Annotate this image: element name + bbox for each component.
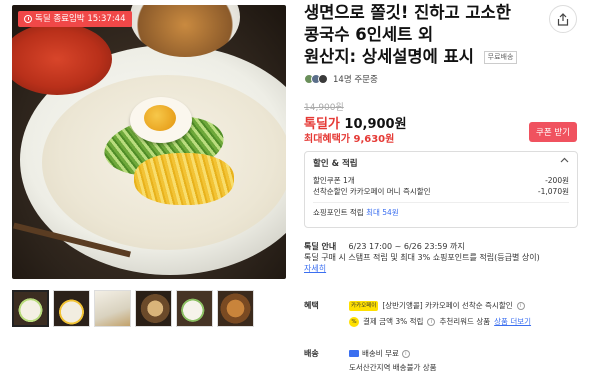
shipping-fee-text: 배송비 무료 — [362, 349, 399, 358]
benefit-line-2-text: 결제 금액 3% 적립 — [363, 317, 424, 326]
thumbnail-1[interactable] — [12, 290, 49, 327]
discount-header-label: 할인 & 적립 — [313, 159, 358, 169]
product-main-image[interactable]: 독딜 종료임박 15:37:44 — [12, 5, 286, 279]
kakaopay-chip: 카카오페이 — [349, 300, 379, 311]
max-benefit-label: 최대혜택가 — [304, 134, 350, 145]
title-line-2: 콩국수 6인세트 외 — [304, 25, 434, 44]
buyer-avatars — [304, 74, 328, 84]
free-shipping-tag: 무료배송 — [483, 51, 518, 64]
discount-row-value: -200원 — [545, 176, 569, 185]
buyers-count: 14명 주문중 — [304, 73, 378, 85]
percent-chip: % — [349, 316, 359, 327]
deal-info: 톡딜 안내 6/23 17:00 ~ 6/26 23:59 까지 톡딜 구매 시… — [304, 241, 594, 274]
share-icon — [557, 12, 569, 26]
benefit-line-1-text: [상반기앵콜] 카카오페이 선착순 즉시할인 — [382, 301, 513, 310]
discount-header[interactable]: 할인 & 적립 — [313, 157, 569, 169]
chevron-up-icon — [560, 157, 569, 163]
deal-timer-badge: 독딜 종료임박 15:37:44 — [18, 11, 132, 27]
info-icon[interactable]: i — [401, 349, 410, 358]
thumbnail-5[interactable] — [176, 290, 213, 327]
info-icon[interactable]: i — [516, 301, 525, 310]
title-line-3: 원산지: 상세설명에 표시 무료배송 — [304, 46, 534, 68]
truck-icon — [349, 350, 359, 357]
thumbnail-4[interactable] — [135, 290, 172, 327]
share-button[interactable] — [549, 5, 577, 33]
benefit-key: 혜택 — [304, 301, 319, 310]
discount-row: 할인쿠폰 1개 -200원 — [313, 175, 569, 186]
egg-yolk — [144, 105, 176, 131]
avatar — [318, 74, 328, 84]
shipping-restriction: 도서산간지역 배송불가 상품 — [349, 363, 437, 372]
max-benefit-price: 최대혜택가 9,630원 — [304, 130, 394, 145]
max-benefit-value: 9,630원 — [353, 134, 395, 145]
deal-period: 6/23 17:00 ~ 6/26 23:59 까지 — [348, 242, 465, 251]
discount-row-label: 할인쿠폰 1개 — [313, 176, 355, 185]
discount-panel: 할인 & 적립 할인쿠폰 1개 -200원 선착순할인 카카오페이 머니 즉시할… — [304, 151, 578, 228]
deal-info-key: 톡딜 안내 — [304, 242, 337, 251]
discount-row: 선착순할인 카카오페이 머니 즉시할인 -1,070원 — [313, 186, 569, 197]
deal-timer-text: 독딜 종료임박 15:37:44 — [35, 14, 126, 24]
original-price: 14,900원 — [304, 103, 344, 113]
info-icon[interactable]: i — [427, 317, 436, 326]
clock-icon — [24, 15, 32, 23]
title-line-1: 생면으로 쫄깃! 진하고 고소한 — [304, 3, 511, 22]
benefit-line-2: % 결제 금액 3% 적립 i 추천리워드 상품 상품 더보기 — [349, 316, 531, 327]
buyers-text: 14명 주문중 — [333, 75, 378, 85]
product-title: 생면으로 쫄깃! 진하고 고소한 콩국수 6인세트 외 원산지: 상세설명에 표… — [304, 2, 534, 68]
divider — [313, 202, 569, 203]
benefit-line-2-suffix: 추천리워드 상품 — [439, 317, 491, 326]
discount-row-label: 선착순할인 카카오페이 머니 즉시할인 — [313, 187, 431, 196]
deal-more-link[interactable]: 자세히 — [304, 264, 326, 273]
thumbnail-2[interactable] — [53, 290, 90, 327]
thumbnail-6[interactable] — [217, 290, 254, 327]
thumbnail-3[interactable] — [94, 290, 131, 327]
thumbnail-strip — [12, 290, 254, 327]
coupon-button[interactable]: 쿠폰 받기 — [529, 122, 577, 142]
egg-garnish — [134, 153, 234, 205]
shipping-key: 배송 — [304, 349, 319, 358]
product-more-link[interactable]: 상품 더보기 — [494, 316, 531, 327]
deal-description: 톡딜 구매 시 스탬프 적립 및 최대 3% 쇼핑포인트를 적립(등급별 상이) — [304, 253, 540, 262]
benefit-line-1: 카카오페이 [상반기앵콜] 카카오페이 선착순 즉시할인 i — [349, 300, 525, 311]
discount-row-value: -1,070원 — [537, 187, 569, 196]
shopping-points: 쇼핑포인트 적립 최대 54원 — [313, 207, 569, 218]
shipping-fee: 배송비 무료 i — [349, 348, 410, 359]
points-label: 쇼핑포인트 적립 — [313, 208, 364, 217]
points-value: 최대 54원 — [366, 208, 399, 217]
origin-text: 원산지: 상세설명에 표시 — [304, 47, 474, 66]
